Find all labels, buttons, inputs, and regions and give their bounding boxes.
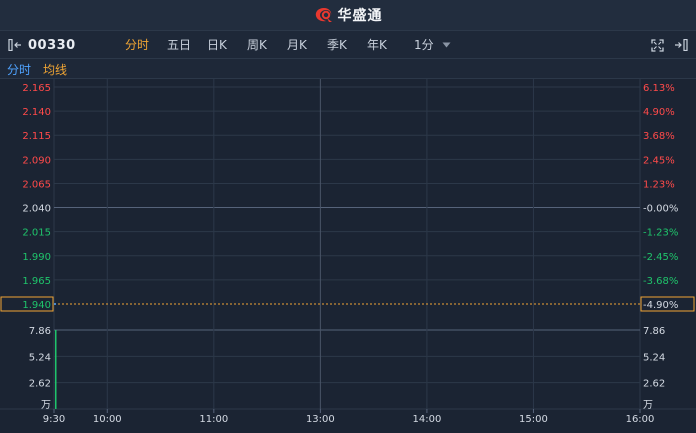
- time-tick-label: 16:00: [626, 414, 655, 425]
- chart-grid: [0, 79, 696, 413]
- interval-select[interactable]: 1分: [414, 31, 434, 59]
- price-tick-label: 2.015: [22, 228, 51, 239]
- volume-tick-label: 5.24: [29, 352, 51, 363]
- tab-daily-k[interactable]: 日K: [207, 31, 227, 59]
- price-tick-label: 1.990: [22, 252, 51, 263]
- chart-toolbar: 00330 分时 五日 日K 周K 月K 季K 年K 1分: [0, 31, 696, 59]
- price-tick-label: 2.165: [22, 83, 51, 94]
- time-tick-label: 9:30: [43, 414, 65, 425]
- percent-tick-label: -0.00%: [643, 204, 678, 215]
- volume-tick-label-right: 5.24: [643, 352, 665, 363]
- chart-axis-labels: 2.165 6.13% 2.140 4.90% 2.115 3.68% 2.090 2.45%…: [22, 83, 678, 425]
- percent-tick-label: -1.23%: [643, 228, 678, 239]
- volume-tick-label-right: 7.86: [643, 326, 665, 337]
- volume-tick-label: 7.86: [29, 326, 51, 337]
- volume-unit-label-right: 万: [643, 400, 653, 411]
- current-pct-label: -4.90%: [643, 300, 678, 311]
- tab-five-day[interactable]: 五日: [167, 31, 191, 59]
- percent-tick-label: -2.45%: [643, 252, 678, 263]
- percent-tick-label: 6.13%: [643, 83, 675, 94]
- current-price-label: 1.940: [22, 300, 51, 311]
- huasheng-logo-icon: [315, 8, 332, 22]
- percent-tick-label: 3.68%: [643, 131, 675, 142]
- percent-tick-label: -3.68%: [643, 276, 678, 287]
- toolbar-right-controls: [651, 31, 688, 59]
- collapse-left-icon[interactable]: [8, 39, 22, 51]
- percent-tick-label: 2.45%: [643, 155, 675, 166]
- chart-marks: 1.940 -4.90%: [0, 296, 695, 409]
- price-tick-label: 2.040: [22, 204, 51, 215]
- percent-tick-label: 4.90%: [643, 107, 675, 118]
- title-bar: 华盛通: [0, 0, 696, 31]
- time-tick-label: 13:00: [306, 414, 335, 425]
- legend-average-line: 均线: [43, 63, 68, 77]
- expand-right-icon[interactable]: [674, 39, 688, 51]
- volume-tick-label: 2.62: [29, 379, 51, 390]
- volume-unit-label: 万: [41, 400, 51, 411]
- time-tick-label: 11:00: [199, 414, 228, 425]
- brand-name: 华盛通: [337, 8, 383, 24]
- tab-weekly-k[interactable]: 周K: [247, 31, 267, 59]
- brand-logo: 华盛通: [314, 5, 383, 25]
- stock-code: 00330: [28, 37, 76, 53]
- stock-identifier: 00330: [8, 31, 76, 59]
- volume-bar: [55, 330, 57, 409]
- time-tick-label: 10:00: [93, 414, 122, 425]
- tab-quarterly-k[interactable]: 季K: [327, 31, 347, 59]
- volume-tick-label-right: 2.62: [643, 379, 665, 390]
- time-tick-label: 15:00: [519, 414, 548, 425]
- tab-monthly-k[interactable]: 月K: [287, 31, 307, 59]
- fullscreen-icon[interactable]: [651, 38, 664, 52]
- price-tick-label: 2.115: [22, 131, 51, 142]
- intraday-chart[interactable]: 2.165 6.13% 2.140 4.90% 2.115 3.68% 2.090 2.45%…: [0, 79, 696, 433]
- tab-intraday[interactable]: 分时: [125, 31, 149, 59]
- dropdown-arrow-icon[interactable]: [442, 42, 451, 48]
- tab-yearly-k[interactable]: 年K: [367, 31, 387, 59]
- price-tick-label: 2.140: [22, 107, 51, 118]
- legend-intraday-line: 分时: [7, 63, 32, 77]
- percent-tick-label: 1.23%: [643, 179, 675, 190]
- time-tick-label: 14:00: [412, 414, 441, 425]
- indicator-legend: 分时 均线: [0, 59, 696, 79]
- price-tick-label: 2.090: [22, 155, 51, 166]
- price-tick-label: 2.065: [22, 179, 51, 190]
- price-point: [54, 303, 56, 305]
- price-tick-label: 1.965: [22, 276, 51, 287]
